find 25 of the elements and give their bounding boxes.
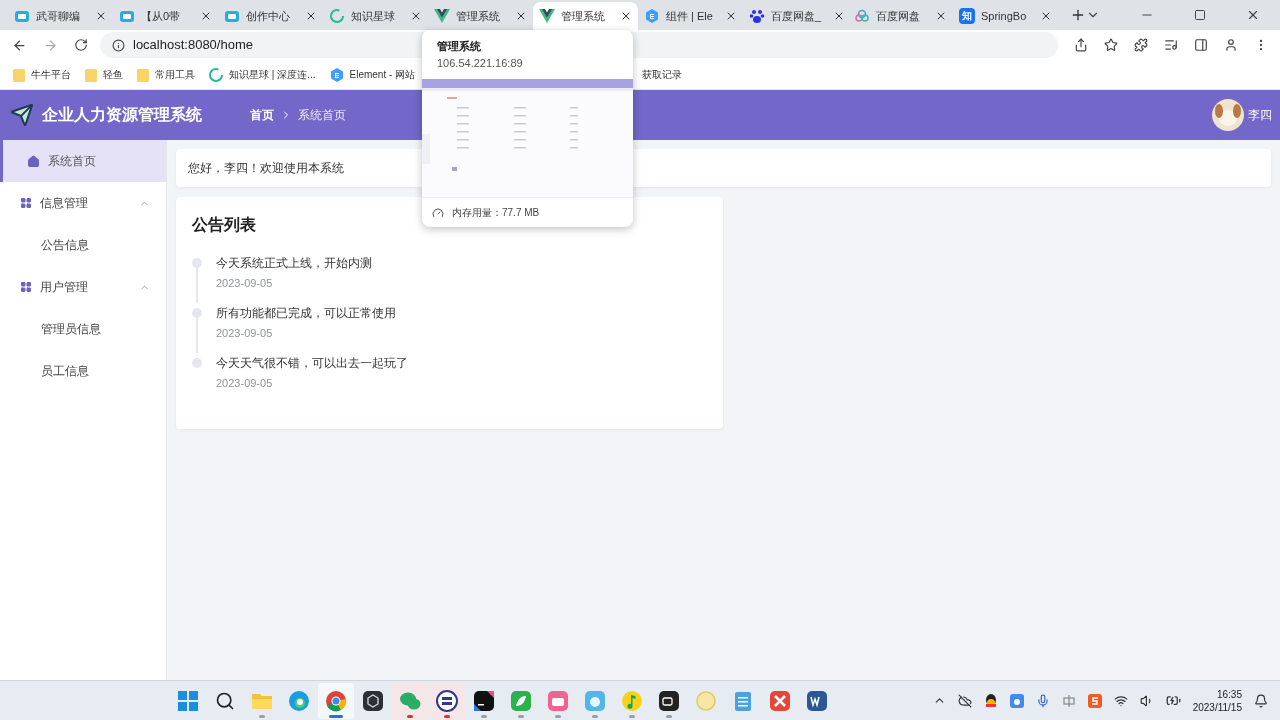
memory-usage: 内存用量：77.7 MB [452,206,540,220]
app-title: 企业人力资源管理系统 [42,105,203,125]
notice-date: 2023-09-05 [216,326,274,341]
zhi-logo-icon: 知 [959,8,975,24]
hover-card-address: 106.54.221.16:89 [437,55,524,71]
tab-title: 组件 | Ele [666,8,713,24]
tab-title: 武哥聊编 [36,8,80,24]
notice-text: 今天系统正式上线，开始内测 [216,255,372,272]
notice-date: 2023-09-05 [216,376,274,391]
url-text: localhost:8080/home [133,36,253,55]
tab-title: 管理系统 [456,8,500,24]
hover-card-title: 管理系统 [437,39,482,54]
tab-title: 【从0带 [141,8,181,24]
tab-title: 知识星球 [351,8,395,24]
notice-text: 今天天气很不错，可以出去一起玩了 [216,355,408,372]
tab-title: SpringBo [981,8,1027,24]
notice-text: 所有功能都已完成，可以正常使用 [216,305,396,322]
tab-title: 百度网盘 [876,8,920,24]
greeting-text: 您好，李四！欢迎使用本系统 [188,160,344,177]
card-title: 公告列表 [192,215,256,235]
tab-title: 管理系统 [561,8,605,24]
tab-title: 百度网盘_ [771,8,822,24]
tab-title: 创作中心 [246,8,290,24]
notice-date: 2023-09-05 [216,276,274,291]
breadcrumb-current: 系统首页 [298,107,346,124]
